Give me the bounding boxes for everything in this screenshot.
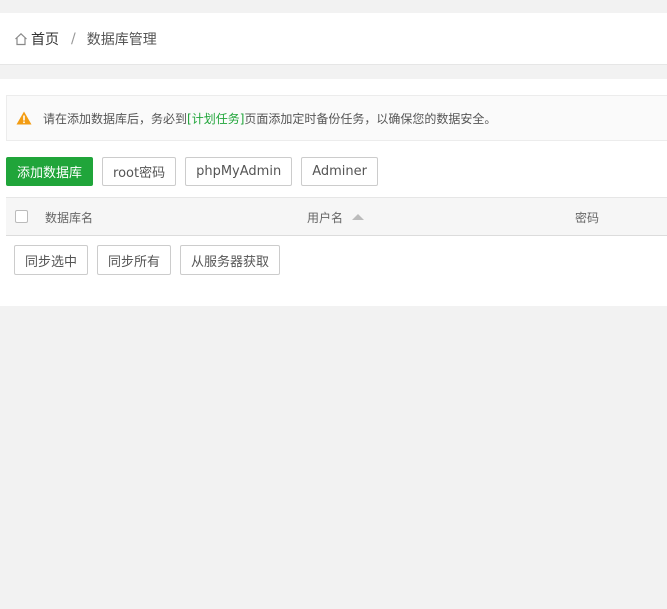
column-header-user[interactable]: 用户名 (307, 209, 365, 226)
database-panel: 请在添加数据库后，务必到 [计划任务] 页面添加定时备份任务，以确保您的数据安全。 … (0, 79, 667, 306)
sync-all-button[interactable]: 同步所有 (97, 245, 172, 275)
add-database-button[interactable]: 添加数据库 (6, 157, 94, 186)
toolbar: 添加数据库 root密码 phpMyAdmin Adminer (6, 157, 378, 186)
column-header-password: 密码 (575, 211, 600, 225)
breadcrumb-home-link[interactable]: 首页 (31, 29, 59, 49)
phpmyadmin-button[interactable]: phpMyAdmin (185, 157, 293, 186)
notice-text-after: 页面添加定时备份任务，以确保您的数据安全。 (244, 111, 497, 126)
sync-actions: 同步选中 同步所有 从服务器获取 (14, 245, 281, 275)
sort-up-icon[interactable] (352, 214, 365, 220)
fetch-from-server-button[interactable]: 从服务器获取 (180, 245, 281, 275)
column-header-name: 数据库名 (45, 211, 94, 225)
table-header: 数据库名 用户名 密码 (6, 197, 667, 236)
backup-notice: 请在添加数据库后，务必到 [计划任务] 页面添加定时备份任务，以确保您的数据安全。 (6, 95, 667, 141)
sync-selected-button[interactable]: 同步选中 (14, 245, 89, 275)
breadcrumb: 首页 / 数据库管理 (0, 13, 667, 65)
select-all-checkbox[interactable] (15, 210, 28, 223)
adminer-button[interactable]: Adminer (301, 157, 378, 186)
cron-task-link[interactable]: [计划任务] (187, 110, 244, 127)
page-title: 数据库管理 (86, 31, 157, 48)
notice-text-before: 请在添加数据库后，务必到 (43, 111, 188, 126)
warning-icon (16, 111, 32, 125)
root-password-button[interactable]: root密码 (102, 157, 177, 186)
breadcrumb-separator: / (71, 30, 76, 47)
column-header-user-label: 用户名 (307, 211, 344, 225)
home-icon[interactable] (14, 32, 28, 46)
